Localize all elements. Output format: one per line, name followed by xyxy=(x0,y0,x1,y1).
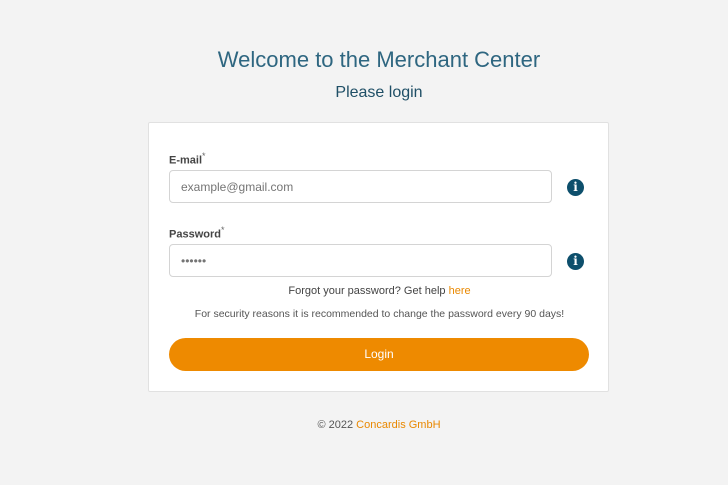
forgot-password-link[interactable]: here xyxy=(449,285,471,297)
login-card: E-mail* i Password* i Forgot your passwo… xyxy=(148,122,609,392)
page-subtitle: Please login xyxy=(335,84,423,101)
security-notice: For security reasons it is recommended t… xyxy=(194,308,565,320)
forgot-password-text: Forgot your password? Get help here xyxy=(149,285,610,297)
password-required-marker: * xyxy=(220,225,225,235)
password-info-icon[interactable]: i xyxy=(567,253,584,270)
email-label: E-mail* xyxy=(169,151,206,167)
email-field[interactable] xyxy=(169,170,552,203)
password-label: Password* xyxy=(169,225,224,241)
email-required-marker: * xyxy=(202,151,206,161)
copyright-text: © 2022 xyxy=(317,419,354,431)
email-info-icon[interactable]: i xyxy=(567,179,584,196)
password-label-text: Password xyxy=(169,228,221,241)
login-button[interactable]: Login xyxy=(169,338,589,371)
password-field[interactable] xyxy=(169,244,552,277)
company-name: Concardis GmbH xyxy=(356,419,441,431)
page-title: Welcome to the Merchant Center xyxy=(217,47,541,72)
footer: © 2022 Concardis GmbH xyxy=(0,419,728,431)
email-label-text: E-mail xyxy=(169,154,203,167)
forgot-password-label: Forgot your password? Get help xyxy=(288,285,446,297)
